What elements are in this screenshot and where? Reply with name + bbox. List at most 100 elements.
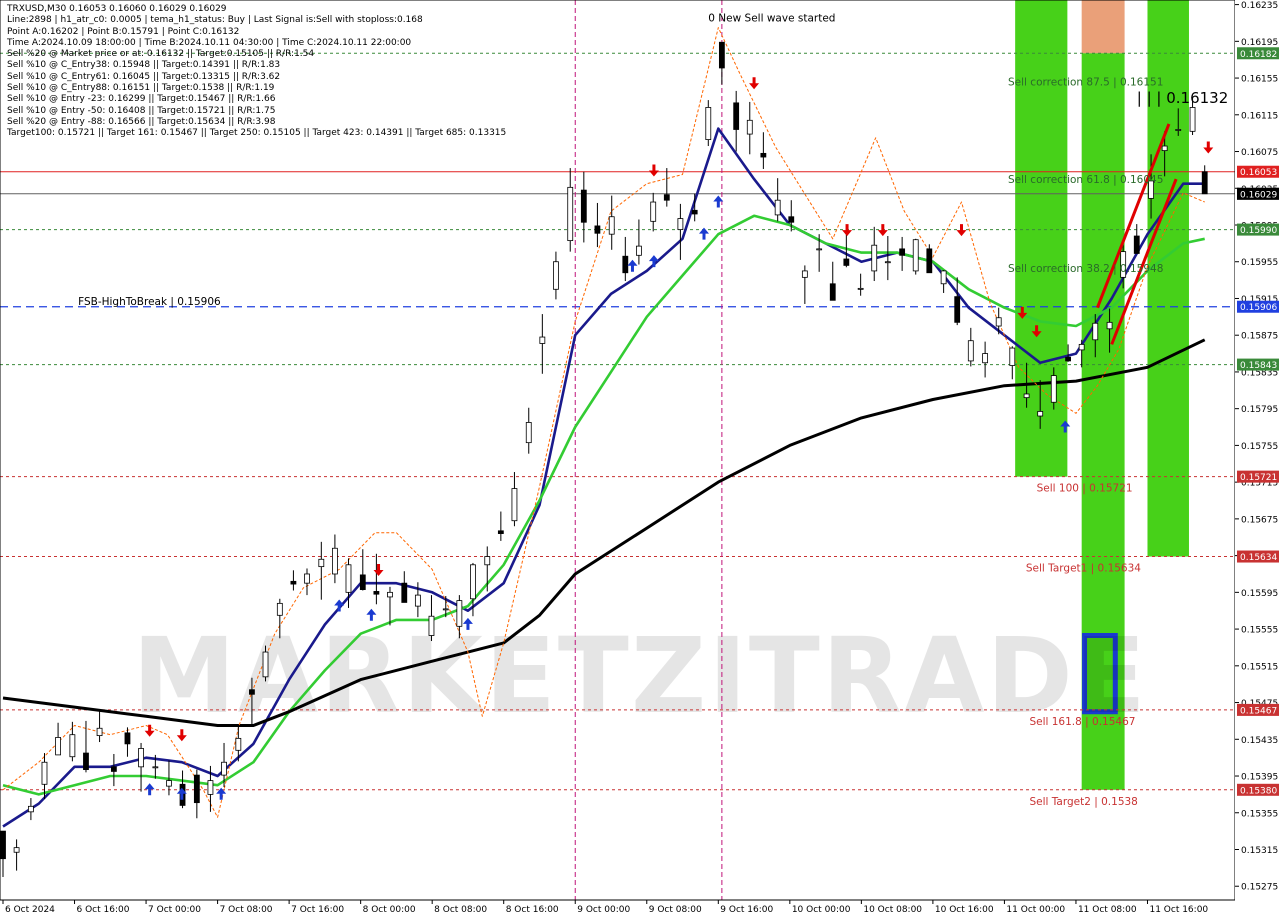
candle-body: [954, 296, 961, 323]
price-level-tag-label: 0.15380: [1240, 786, 1277, 796]
candle-body: [41, 761, 48, 785]
candle-body: [539, 336, 546, 344]
candle-body: [525, 422, 532, 444]
candle-body: [1189, 107, 1196, 132]
price-level-tag-label: 0.15634: [1240, 553, 1277, 563]
price-level-tag-label: 0.15990: [1240, 226, 1277, 236]
info-line: Target100: 0.15721 || Target 161: 0.1546…: [7, 128, 507, 139]
chart-annotation: FSB-HighToBreak | 0.15906: [78, 296, 221, 308]
candlestick: [912, 238, 919, 275]
candle-body: [27, 805, 34, 813]
info-line: Sell %20 @ Market price or at: 0.16132 |…: [7, 49, 315, 60]
price-tick-label: 0.15755: [1241, 442, 1278, 452]
candle-body: [96, 727, 103, 737]
candle-body: [788, 216, 795, 223]
time-tick-label: 7 Oct 00:00: [148, 905, 201, 915]
candle-body: [650, 201, 657, 222]
candle-body: [926, 248, 933, 274]
candle-body: [373, 591, 380, 595]
candle-body: [733, 102, 740, 130]
candle-body: [152, 766, 159, 769]
candle-body: [304, 573, 310, 584]
chart-annotation: 0 New Sell wave started: [708, 12, 835, 24]
chart-annotation: Sell 161.8 | 0.15467: [1029, 716, 1135, 728]
candle-body: [884, 261, 891, 264]
candle-body: [124, 732, 131, 745]
candle-body: [249, 689, 255, 695]
candle-body: [276, 602, 283, 616]
candle-body: [912, 239, 919, 272]
info-line: Sell %10 @ Entry -50: 0.16408 || Target:…: [7, 105, 276, 116]
candle-body: [857, 287, 864, 290]
candle-body: [221, 761, 227, 776]
candle-body: [1161, 145, 1168, 152]
candle-body: [235, 737, 242, 751]
time-tick-label: 7 Oct 08:00: [220, 905, 273, 915]
candle-body: [1201, 171, 1208, 195]
candle-body: [594, 225, 601, 234]
candle-body: [801, 270, 808, 278]
candle-body: [1078, 343, 1085, 351]
price-tick-label: 0.16235: [1241, 1, 1278, 11]
signal-zone-band: [1015, 0, 1068, 477]
candle-body: [636, 245, 642, 256]
candle-body: [871, 244, 878, 272]
time-tick-label: 11 Oct 08:00: [1078, 905, 1137, 915]
info-line: Sell %10 @ C_Entry61: 0.16045 || Target:…: [7, 71, 281, 82]
candlestick: [926, 244, 933, 274]
candle-body: [332, 547, 338, 575]
indicator-info-panel: TRXUSD,M30 0.16053 0.16060 0.16029 0.160…: [7, 4, 506, 140]
time-tick-label: 8 Oct 16:00: [506, 905, 559, 915]
price-level-tag-label: 0.16053: [1240, 168, 1277, 178]
price-level-tag-label: 0.15843: [1240, 361, 1277, 371]
candle-body: [442, 608, 449, 611]
price-tick-label: 0.16075: [1241, 148, 1278, 158]
candle-body: [318, 558, 325, 568]
candle-body: [843, 258, 850, 266]
candle-body: [484, 556, 491, 566]
info-line: Line:2898 | h1_atr_c0: 0.0005 | tema_h1_…: [7, 15, 423, 26]
price-tick-label: 0.15795: [1241, 405, 1278, 415]
time-tick-label: 6 Oct 16:00: [77, 905, 130, 915]
candle-body: [899, 248, 906, 256]
candle-body: [746, 119, 753, 135]
candle-body: [718, 41, 725, 69]
candle-body: [193, 774, 200, 804]
chart-annotation: Sell correction 61.8 | 0.16045: [1008, 174, 1163, 186]
candle-body: [829, 283, 836, 301]
chart-annotation: Sell 100 | 0.15721: [1037, 483, 1133, 495]
candle-body: [1106, 321, 1113, 330]
candle-body: [290, 580, 297, 585]
price-tick-label: 0.16155: [1241, 75, 1278, 85]
current-price-label: 0.16029: [1240, 190, 1277, 200]
candle-body: [470, 564, 476, 600]
time-tick-label: 10 Oct 16:00: [935, 905, 994, 915]
info-lines: Line:2898 | h1_atr_c0: 0.0005 | tema_h1_…: [7, 15, 506, 139]
price-tick-label: 0.15395: [1241, 773, 1278, 783]
candle-body: [1023, 393, 1030, 399]
candle-body: [774, 199, 781, 216]
candle-body: [345, 564, 352, 593]
candle-body: [387, 591, 393, 598]
time-tick-label: 6 Oct 2024: [5, 905, 55, 915]
candle-body: [760, 152, 767, 158]
candle-body: [1092, 322, 1099, 341]
candle-body: [110, 766, 117, 772]
signal-zone-band: [1081, 0, 1125, 54]
time-tick-label: 9 Oct 00:00: [577, 905, 630, 915]
candle-body: [982, 353, 989, 364]
candle-body: [622, 255, 629, 274]
chart-container[interactable]: MARKETZITRADE 0 New Sell wave started FSB…: [0, 0, 1280, 920]
info-line: Sell %20 @ Entry -88: 0.16566 || Target:…: [7, 116, 276, 127]
time-tick-label: 11 Oct 16:00: [1149, 905, 1208, 915]
time-tick-label: 8 Oct 00:00: [363, 905, 416, 915]
price-tick-label: 0.15555: [1241, 626, 1278, 636]
price-tick-label: 0.15275: [1241, 883, 1278, 893]
candle-body: [1050, 375, 1057, 403]
chart-annotation: Sell Target2 | 0.1538: [1029, 796, 1137, 808]
candle-body: [1065, 356, 1071, 362]
candle-body: [0, 830, 6, 860]
info-line: Time A:2024.10.09 18:00:00 | Time B:2024…: [7, 37, 412, 48]
candle-body: [580, 189, 587, 223]
candle-body: [55, 737, 61, 756]
